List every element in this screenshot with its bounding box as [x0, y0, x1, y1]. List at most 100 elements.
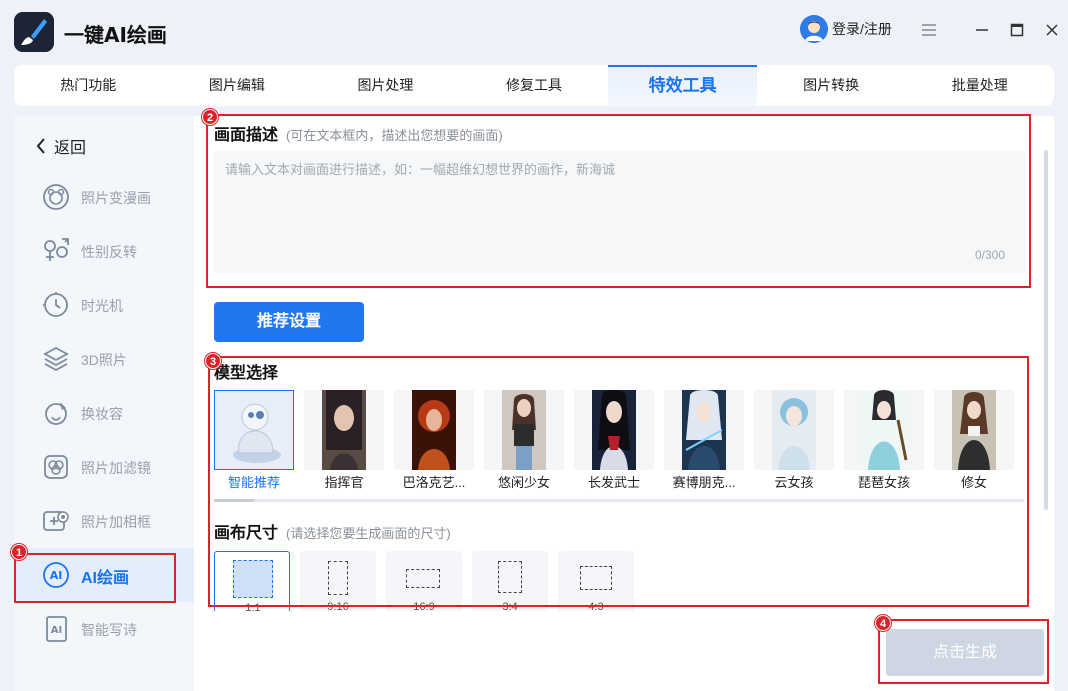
chevron-left-icon	[36, 138, 45, 154]
description-section-title: 画面描述 (可在文本框内，描述出您想要的画面)	[214, 121, 503, 145]
model-name: 巴洛克艺...	[402, 475, 466, 490]
maximize-icon[interactable]	[1005, 18, 1029, 42]
description-title: 画面描述	[214, 127, 279, 144]
model-card-smart[interactable]: 智能推荐	[214, 390, 294, 490]
makeup-icon	[45, 402, 67, 425]
description-input[interactable]	[213, 151, 1025, 273]
ratio-preview	[498, 561, 522, 593]
description-hint: (可在文本框内，描述出您想要的画面)	[286, 128, 503, 143]
model-thumbnail	[664, 390, 744, 470]
model-card-samurai[interactable]: 长发武士	[574, 390, 654, 490]
svg-text:AI: AI	[51, 625, 62, 636]
model-name: 长发武士	[587, 475, 640, 490]
app-logo-icon	[14, 12, 54, 52]
sidebar-item-label: 时光机	[81, 298, 123, 314]
tab-hot[interactable]: 热门功能	[14, 65, 163, 106]
back-label: 返回	[54, 140, 87, 157]
model-card-commander[interactable]: 指挥官	[304, 390, 384, 490]
annotation-badge-3: 3	[205, 353, 221, 369]
menu-icon[interactable]	[917, 18, 941, 42]
sidebar-item-label: 性别反转	[81, 244, 137, 260]
model-thumbnail	[214, 390, 294, 470]
char-counter: 0/300	[975, 248, 1006, 262]
filter-icon	[44, 455, 68, 479]
ratio-preview	[580, 566, 612, 590]
sidebar-item-label: 3D照片	[81, 352, 127, 368]
sidebar-item-time-machine[interactable]: 时光机	[14, 278, 194, 332]
generate-button[interactable]: 点击生成	[886, 629, 1044, 676]
model-thumbnail	[844, 390, 924, 470]
sidebar-item-filter[interactable]: 照片加滤镜	[14, 440, 194, 494]
sidebar-item-ai-painting[interactable]: AI AI绘画	[14, 548, 194, 602]
ai-poem-icon: AI	[46, 616, 67, 642]
ratio-preview	[406, 569, 440, 588]
sidebar-item-makeup[interactable]: 换妆容	[14, 386, 194, 440]
tab-image-edit[interactable]: 图片编辑	[163, 65, 312, 106]
model-thumbnail	[934, 390, 1014, 470]
frame-icon	[43, 511, 69, 531]
model-thumbnail	[304, 390, 384, 470]
close-icon[interactable]	[1040, 18, 1064, 42]
minimize-icon[interactable]	[970, 18, 994, 42]
model-name: 琵琶女孩	[857, 475, 910, 490]
model-card-cloud-girl[interactable]: 云女孩	[754, 390, 834, 490]
model-card-cyberpunk[interactable]: 赛博朋克...	[664, 390, 744, 490]
ai-paint-icon: AI	[43, 562, 69, 588]
sidebar-item-label: 照片加滤镜	[81, 460, 151, 476]
sidebar-item-label: 智能写诗	[81, 622, 137, 638]
sidebar-item-frame[interactable]: 照片加相框	[14, 494, 194, 548]
tab-image-process[interactable]: 图片处理	[311, 65, 460, 106]
model-name: 赛博朋克...	[672, 475, 736, 490]
sidebar-item-label: 照片加相框	[81, 514, 151, 530]
sidebar-item-label: 照片变漫画	[81, 190, 151, 206]
title-bar: 一键AI绘画 登录/注册	[0, 0, 1068, 62]
tab-repair-tools[interactable]: 修复工具	[460, 65, 609, 106]
model-thumbnail	[484, 390, 564, 470]
tab-image-convert[interactable]: 图片转换	[757, 65, 906, 106]
model-card-nun[interactable]: 修女	[934, 390, 1014, 490]
tab-bar: 热门功能 图片编辑 图片处理 修复工具 特效工具 图片转换 批量处理	[14, 65, 1054, 106]
model-name: 指挥官	[324, 475, 364, 490]
layers-3d-icon	[43, 346, 69, 372]
model-name: 云女孩	[774, 475, 814, 490]
tab-batch[interactable]: 批量处理	[905, 65, 1054, 106]
gender-swap-icon	[44, 238, 69, 261]
canvas-size-hint: (请选择您要生成画面的尺寸)	[286, 526, 451, 541]
annotation-badge-4: 4	[875, 615, 891, 631]
ratio-preview	[328, 561, 348, 595]
model-scrollbar[interactable]	[214, 499, 1024, 502]
time-machine-icon	[43, 292, 68, 317]
annotation-badge-1: 1	[11, 544, 27, 560]
sidebar: 返回 照片变漫画 性别反转 时光机 3D照片 换妆容 照片加滤镜 照片加相框 A…	[14, 116, 194, 691]
model-card-pipa-girl[interactable]: 琵琶女孩	[844, 390, 924, 490]
model-name: 智能推荐	[227, 475, 280, 490]
back-button[interactable]: 返回	[36, 134, 86, 158]
canvas-size-section-title: 画布尺寸 (请选择您要生成画面的尺寸)	[214, 519, 451, 543]
tab-effects[interactable]: 特效工具	[608, 65, 757, 106]
model-thumbnail	[574, 390, 654, 470]
avatar-icon	[800, 15, 828, 43]
model-section-title: 模型选择	[214, 365, 279, 382]
model-card-baroque[interactable]: 巴洛克艺...	[394, 390, 474, 490]
sidebar-item-label: AI绘画	[81, 570, 130, 587]
login-button[interactable]: 登录/注册	[800, 15, 892, 43]
login-label: 登录/注册	[832, 21, 892, 37]
sidebar-item-cartoon[interactable]: 照片变漫画	[14, 170, 194, 224]
sidebar-item-3d-photo[interactable]: 3D照片	[14, 332, 194, 386]
svg-text:AI: AI	[50, 569, 63, 582]
canvas-size-title: 画布尺寸	[214, 525, 279, 542]
app-title: 一键AI绘画	[64, 23, 167, 47]
model-thumbnail	[394, 390, 474, 470]
model-card-leisure-girl[interactable]: 悠闲少女	[484, 390, 564, 490]
model-name: 悠闲少女	[497, 475, 550, 490]
cartoon-face-icon	[43, 184, 69, 210]
model-thumbnail	[754, 390, 834, 470]
sidebar-item-ai-poem[interactable]: AI 智能写诗	[14, 602, 194, 656]
sidebar-item-gender-swap[interactable]: 性别反转	[14, 224, 194, 278]
model-name: 修女	[960, 475, 987, 490]
main-scrollbar[interactable]	[1044, 150, 1048, 510]
recommend-settings-button[interactable]: 推荐设置	[214, 302, 364, 342]
annotation-badge-2: 2	[202, 109, 218, 125]
sidebar-item-label: 换妆容	[81, 406, 123, 422]
ratio-preview	[233, 560, 273, 598]
